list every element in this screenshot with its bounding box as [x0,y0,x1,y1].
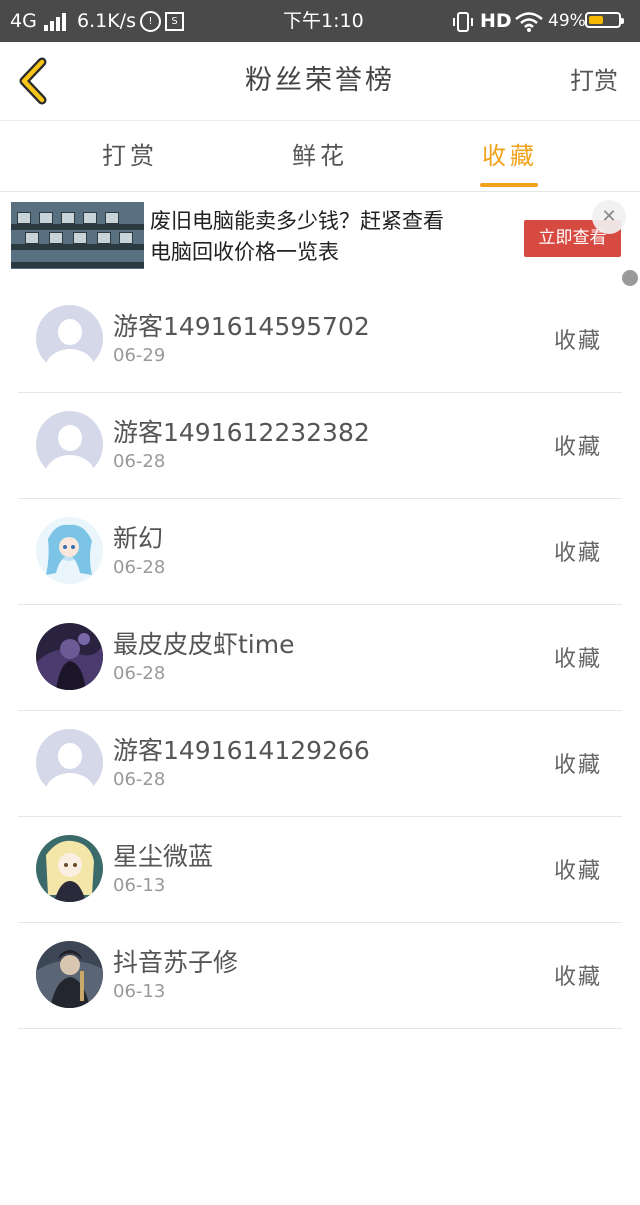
user-name: 抖音苏子修 [113,948,239,977]
app-notification-icon: S [165,12,184,31]
battery-percent: 49% [548,11,586,31]
item-type: 收藏 [553,965,602,990]
item-date: 06-28 [113,769,166,790]
battery-icon [585,12,624,28]
list-item[interactable]: 新幻 06-28 收藏 [18,499,622,605]
item-type: 收藏 [553,329,602,354]
tab-bar: 打赏 鲜花 收藏 [0,121,640,192]
close-icon[interactable]: ✕ [592,200,626,234]
page-title: 粉丝荣誉榜 [245,65,395,96]
ad-text-line2: 电脑回收价格一览表 [150,240,339,264]
avatar[interactable] [36,305,103,372]
item-type: 收藏 [553,753,602,778]
list-item[interactable]: 星尘微蓝 06-13 收藏 [18,817,622,923]
wifi-icon [514,0,544,42]
item-date: 06-13 [113,875,166,896]
ad-image [11,202,144,269]
ad-banner[interactable]: 废旧电脑能卖多少钱？赶紧查看 电脑回收价格一览表 立即查看 ✕ [0,192,640,286]
item-date: 06-28 [113,663,166,684]
battery-level [589,16,603,24]
user-name: 最皮皮皮虾time [113,630,295,659]
network-type: 4G [10,10,37,32]
avatar[interactable] [36,411,103,478]
signal-icon [44,0,68,42]
avatar[interactable] [36,517,103,584]
ad-text-line1: 废旧电脑能卖多少钱？赶紧查看 [150,209,444,233]
hd-indicator: HD [480,10,512,32]
item-type: 收藏 [553,435,602,460]
tab-favorites[interactable]: 收藏 [450,121,570,191]
user-name: 游客1491614595702 [113,312,370,341]
ad-badge-icon [622,270,638,286]
app-header: 粉丝荣誉榜 打赏 [0,42,640,121]
status-bar: 4G 6.1K/s ! S 下午1:10 HD 49% [0,0,640,42]
item-type: 收藏 [553,859,602,884]
avatar[interactable] [36,941,103,1008]
user-name: 新幻 [113,524,164,553]
clock: 下午1:10 [283,10,364,32]
network-speed: 6.1K/s [77,10,136,32]
item-date: 06-29 [113,345,166,366]
alert-circle-icon: ! [140,11,161,32]
item-type: 收藏 [553,647,602,672]
tab-reward[interactable]: 打赏 [70,121,190,191]
ad-text: 废旧电脑能卖多少钱？赶紧查看 电脑回收价格一览表 [150,206,510,268]
notification-icons: ! S [136,0,184,42]
list-item[interactable]: 抖音苏子修 06-13 收藏 [18,923,622,1029]
user-name: 游客1491612232382 [113,418,370,447]
user-name: 星尘微蓝 [113,842,214,871]
tab-favorites-label: 收藏 [482,142,538,170]
tab-flowers[interactable]: 鲜花 [260,121,380,191]
item-type: 收藏 [553,541,602,566]
item-date: 06-13 [113,981,166,1002]
avatar[interactable] [36,623,103,690]
item-date: 06-28 [113,451,166,472]
vibrate-icon [452,0,474,42]
item-date: 06-28 [113,557,166,578]
tab-active-indicator [480,183,538,187]
list-item[interactable]: 游客1491614129266 06-28 收藏 [18,711,622,817]
user-name: 游客1491614129266 [113,736,370,765]
avatar[interactable] [36,835,103,902]
list-item[interactable]: 最皮皮皮虾time 06-28 收藏 [18,605,622,711]
list-item[interactable]: 游客1491612232382 06-28 收藏 [18,393,622,499]
favorites-list: 游客1491614595702 06-29 收藏 游客1491612232382 06-… [18,287,622,1029]
avatar[interactable] [36,729,103,796]
reward-button[interactable]: 打赏 [570,42,618,120]
list-item[interactable]: 游客1491614595702 06-29 收藏 [18,287,622,393]
